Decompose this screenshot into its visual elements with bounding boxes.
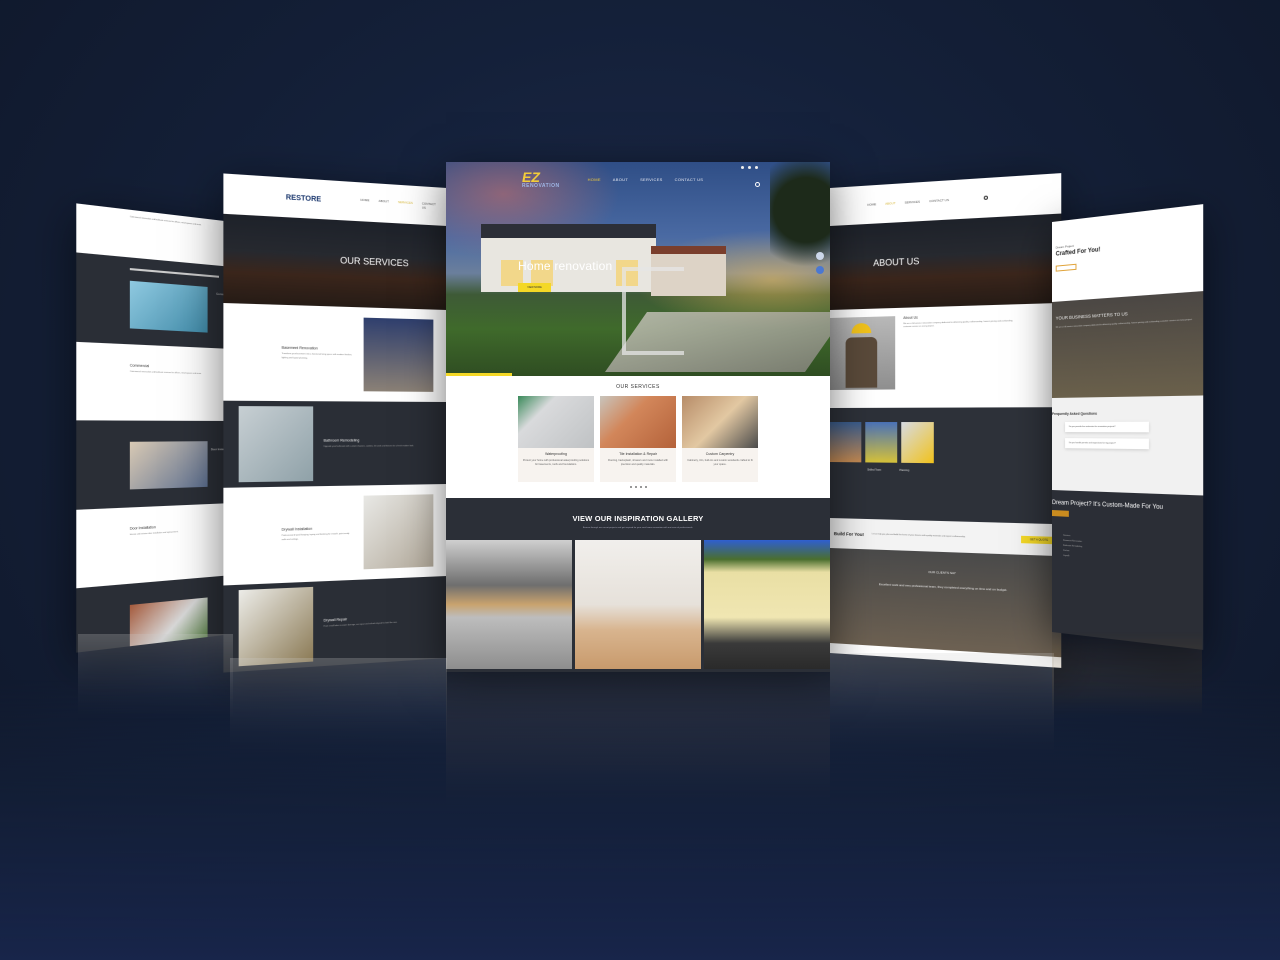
outer-left-white-row: Commercial Commercial renovation and bui… [76,341,233,421]
service-row: Drywall Installation Professional drywal… [223,484,447,586]
carousel-dot[interactable] [629,486,632,488]
service-card[interactable]: Tile Installation & Repair Flooring, bac… [600,396,676,482]
left-page-reflection [230,658,447,788]
drywall-install-photo [363,494,434,570]
drywall-repair-photo [238,586,314,667]
faq-section: Frequently Asked Questions Do you provid… [1052,395,1204,496]
mockup-stage: Commercial renovation and build-out serv… [0,0,1280,960]
services-section: OUR SERVICES Waterproofing Protect your … [446,376,830,498]
about-page-screen: HOME ABOUT SERVICES CONTACT US ABOUT US … [830,173,1062,668]
contact-hero-button[interactable] [1055,263,1077,272]
outer-left-reflection [78,634,233,744]
footer-contact-button[interactable] [1052,510,1069,517]
features-section: Skilled Team Planning [830,407,1062,525]
waterproofing-photo [518,396,594,448]
outer-left-dark-row-2: Door Installation [76,420,233,510]
nav-about[interactable]: ABOUT [885,201,895,206]
main-nav: EZ RENOVATION HOME ABOUT SERVICES CONTAC… [446,162,830,196]
carpentry-photo [682,396,758,448]
carousel-dots [446,486,830,488]
service-card[interactable]: Custom Carpentry Cabinetry, trim, built-… [682,396,758,482]
divider [129,268,219,278]
carousel-dot[interactable] [644,486,647,488]
about-banner: ABOUT US [830,213,1062,310]
instagram-icon[interactable] [755,166,758,169]
worker-sunset-photo [830,422,862,463]
search-icon[interactable] [755,182,760,187]
outer-left-dark-row: Commercial [76,252,233,349]
gallery-subtitle: Browse through our recent projects and g… [582,527,694,529]
restore-logo[interactable]: RESTORE [286,194,321,203]
chat-avatar-icon[interactable] [816,252,824,260]
building-blueprint-photo [129,280,208,333]
nav-services[interactable]: SERVICES [640,177,663,182]
carousel-dot[interactable] [634,486,637,488]
search-icon[interactable] [983,195,988,200]
twitter-icon[interactable] [748,166,751,169]
nav-contact[interactable]: CONTACT US [929,198,949,203]
nav-contact[interactable]: CONTACT US [675,177,704,182]
view-more-button[interactable]: VIEW MORE [518,283,551,292]
banner-title: OUR SERVICES [340,255,409,269]
service-row: Basement Renovation Transform your basem… [223,303,447,402]
footer-links: Services Basement Renovation Bathroom Re… [1063,534,1083,558]
contact-hero: Dream Project Crafted For You! [1052,204,1204,302]
faq-item[interactable]: Do you provide free estimates for renova… [1065,421,1149,433]
gallery-heading: VIEW OUR INSPIRATION GALLERY [572,514,704,523]
tile-installation-photo [600,396,676,448]
nav-contact[interactable]: CONTACT US [422,201,436,210]
nav-services[interactable]: SERVICES [905,200,920,205]
business-matters-section: YOUR BUSINESS MATTERS TO US We are a ful… [1052,291,1204,398]
door-installation-photo [129,441,208,490]
facebook-icon[interactable] [741,166,744,169]
gallery-section: VIEW OUR INSPIRATION GALLERY Browse thro… [446,498,830,672]
about-section: About Us We are a full-service renovatio… [830,302,1062,408]
testimonial-section: OUR CLIENTS SAY Excellent work and very … [830,548,1062,658]
outer-left-white-row-2: Door Installation Interior and exterior … [76,503,233,589]
hero-section: EZ RENOVATION HOME ABOUT SERVICES CONTAC… [446,162,830,376]
nav-home[interactable]: HOME [360,198,369,207]
home-page-screen: EZ RENOVATION HOME ABOUT SERVICES CONTAC… [446,162,830,672]
social-links [741,166,758,169]
hero-title: Home renovation [518,259,613,273]
service-card[interactable]: Waterproofing Protect your home with pro… [518,396,594,482]
contact-footer: Dream Project? It's Custom-Made For You … [1052,490,1203,567]
nav-about[interactable]: ABOUT [613,177,628,182]
interior-living-room-photo[interactable] [575,540,701,669]
hero-decor-frame [622,267,684,355]
bathroom-photo [238,406,314,483]
nav-home[interactable]: HOME [867,202,876,207]
faq-item[interactable]: Do you handle permits and inspections fo… [1065,438,1149,450]
nav-home[interactable]: HOME [588,177,601,182]
outer-left-page-screen: Commercial renovation and build-out serv… [76,203,233,653]
center-page-reflection [446,672,830,852]
house-exterior-photo[interactable] [704,540,830,669]
services-page-nav: HOME ABOUT SERVICES CONTACT US [360,198,435,211]
handyman-photo [830,316,896,390]
services-heading: OUR SERVICES [616,384,660,390]
outer-right-reflection [1052,632,1202,742]
banner-title: ABOUT US [873,256,920,269]
about-page-nav: HOME ABOUT SERVICES CONTACT US [867,198,949,207]
messenger-icon[interactable] [816,266,824,274]
hero-progress-bar [446,373,512,376]
basement-photo [363,317,434,392]
services-page-screen: RESTORE HOME ABOUT SERVICES CONTACT US O… [223,173,447,673]
services-banner: OUR SERVICES [223,213,447,310]
ez-logo[interactable]: EZ RENOVATION [522,170,560,189]
right-page-reflection [830,653,1054,783]
nav-services[interactable]: SERVICES [398,200,413,209]
service-row: Bathroom Remodeling Upgrade your bathroo… [223,400,447,488]
roof-framing-photo[interactable] [446,540,572,669]
blueprint-helmet-photo [901,422,934,464]
hardhat-worker-photo [865,422,898,463]
nav-about[interactable]: ABOUT [379,199,389,208]
carousel-dot[interactable] [639,486,642,488]
contact-page-screen: Dream Project Crafted For You! YOUR BUSI… [1052,204,1204,650]
